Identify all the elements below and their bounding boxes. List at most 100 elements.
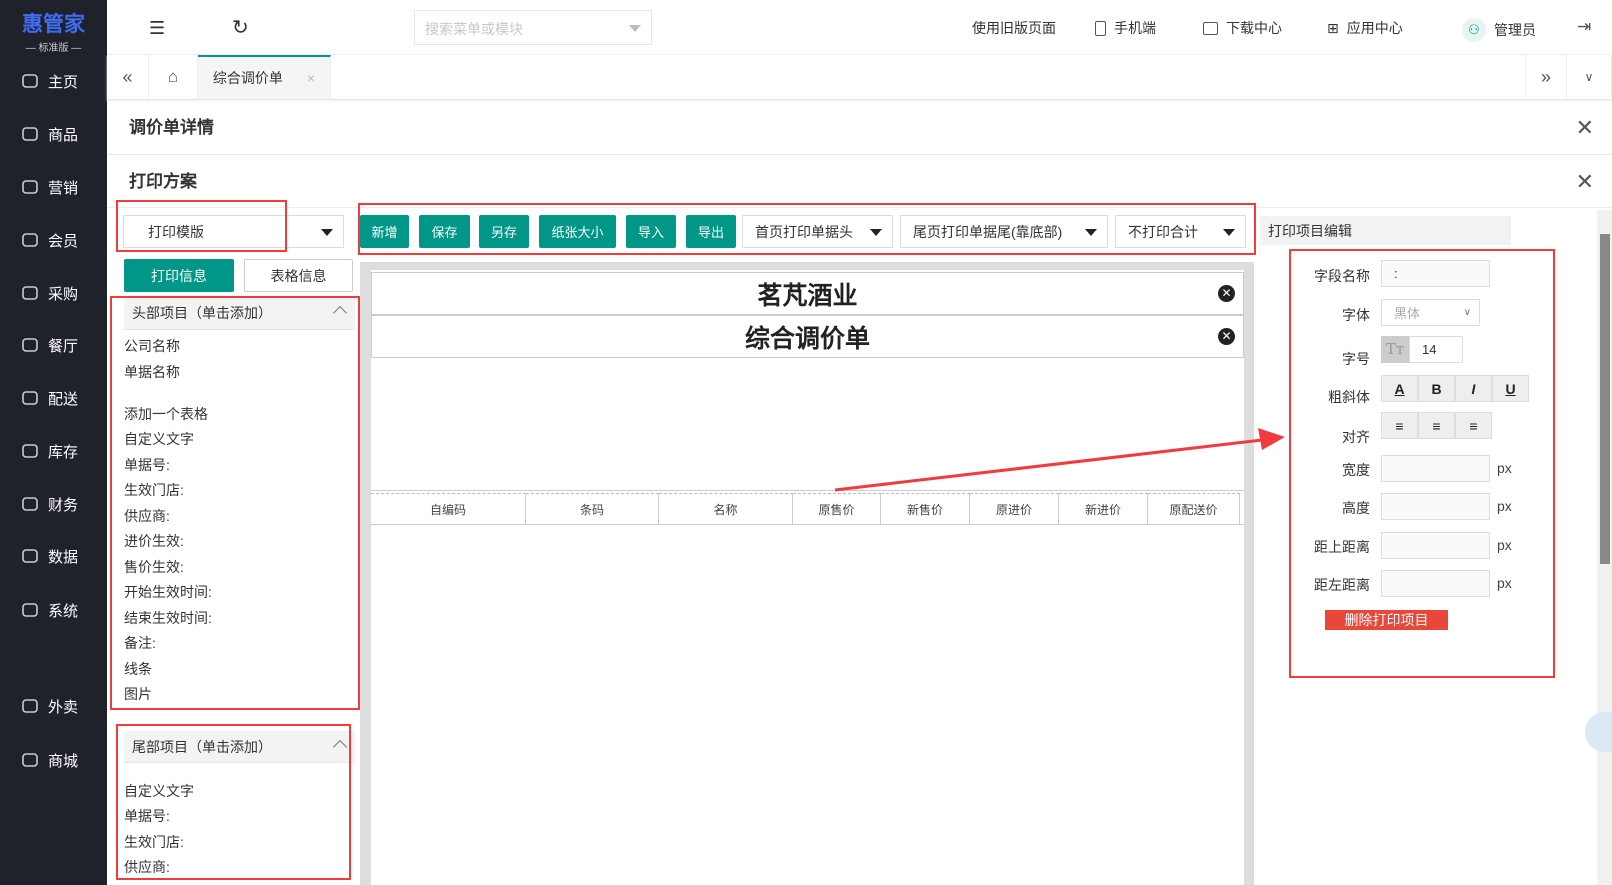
- header-item[interactable]: 图片: [124, 684, 152, 704]
- size-label: 字号: [1342, 351, 1370, 367]
- style-label: 粗斜体: [1328, 389, 1370, 405]
- footer-item[interactable]: 单据号:: [124, 806, 170, 826]
- top-distance-input[interactable]: [1381, 532, 1490, 559]
- sidebar-item-label: 库存: [48, 443, 79, 461]
- header-item[interactable]: 进价生效:: [124, 531, 184, 551]
- header-item[interactable]: 售价生效:: [124, 557, 184, 577]
- refresh-icon[interactable]: ↻: [232, 15, 249, 40]
- header-item[interactable]: 单据号:: [124, 455, 170, 475]
- sidebar-item-label: 会员: [48, 232, 79, 250]
- header-item[interactable]: 供应商:: [124, 506, 170, 526]
- header-item[interactable]: 线条: [124, 659, 152, 679]
- table-column-header[interactable]: 原进价: [970, 493, 1059, 524]
- sidebar-item-marketing[interactable]: 营销: [0, 172, 107, 202]
- underline-button[interactable]: U: [1492, 375, 1529, 402]
- download-link[interactable]: 下载中心: [1203, 18, 1282, 38]
- sidebar-item-finance[interactable]: 财务: [0, 489, 107, 519]
- table-column-header[interactable]: 条码: [526, 493, 659, 524]
- close-detail-icon[interactable]: ✕: [1576, 100, 1594, 155]
- delete-print-item-button[interactable]: 删除打印项目: [1325, 610, 1448, 630]
- sidebar-item-home[interactable]: 主页: [0, 66, 107, 96]
- top-bar: ☰ ↻ 搜索菜单或模块 使用旧版页面 手机端 下载中心 ⊞ 应用中心 ⚇ 管理员 ⇥: [107, 0, 1612, 55]
- header-item[interactable]: 单据名称: [124, 362, 180, 382]
- scrollbar[interactable]: [1597, 210, 1612, 885]
- detail-title: 调价单详情: [129, 118, 214, 137]
- field-name-input[interactable]: :: [1381, 260, 1490, 287]
- footer-item[interactable]: 供应商:: [124, 857, 170, 877]
- bold-button[interactable]: B: [1418, 375, 1455, 402]
- search-input[interactable]: 搜索菜单或模块: [414, 10, 652, 45]
- sidebar-item-delivery[interactable]: 配送: [0, 383, 107, 413]
- mobile-icon: [1095, 20, 1106, 36]
- print-header: 打印方案 ✕: [107, 155, 1612, 208]
- sidebar-item-goods[interactable]: 商品: [0, 119, 107, 149]
- scroll-right-icon[interactable]: »: [1525, 55, 1567, 99]
- floating-assistant-icon[interactable]: [1585, 712, 1612, 752]
- home-icon[interactable]: ⌂: [149, 55, 198, 99]
- header-item[interactable]: 备注:: [124, 633, 156, 653]
- unit-label: px: [1497, 498, 1512, 514]
- table-column-header[interactable]: 自编码: [371, 493, 526, 524]
- table-column-header[interactable]: 新售价: [881, 493, 970, 524]
- align-right-icon[interactable]: ≡: [1455, 412, 1492, 439]
- search-placeholder: 搜索菜单或模块: [425, 21, 523, 37]
- tab-price-adjust[interactable]: 综合调价单 ×: [198, 55, 331, 99]
- sidebar-item-data[interactable]: 数据: [0, 541, 107, 571]
- sidebar-item-label: 商城: [48, 752, 79, 770]
- header-item[interactable]: 开始生效时间:: [124, 582, 212, 602]
- left-distance-label: 距左距离: [1314, 577, 1370, 593]
- mobile-link[interactable]: 手机端: [1095, 18, 1156, 38]
- table-column-header[interactable]: 原配送价: [1148, 493, 1240, 524]
- table-column-header[interactable]: 名称: [659, 493, 793, 524]
- scrollbar-thumb[interactable]: [1600, 234, 1610, 564]
- sidebar-item-label: 配送: [48, 390, 79, 408]
- align-left-icon[interactable]: ≡: [1381, 412, 1418, 439]
- detail-header: 调价单详情 ✕: [107, 100, 1612, 155]
- header-item[interactable]: 公司名称: [124, 336, 180, 356]
- sidebar-item-member[interactable]: 会员: [0, 225, 107, 255]
- old-page-link[interactable]: 使用旧版页面: [972, 18, 1056, 38]
- sidebar-item-purchase[interactable]: 采购: [0, 278, 107, 308]
- italic-button[interactable]: I: [1455, 375, 1492, 402]
- print-info-button[interactable]: 打印信息: [124, 259, 234, 292]
- footer-item[interactable]: 生效门店:: [124, 832, 184, 852]
- logout-icon[interactable]: ⇥: [1577, 17, 1591, 37]
- close-print-icon[interactable]: ✕: [1576, 155, 1594, 208]
- header-item[interactable]: 生效门店:: [124, 480, 184, 500]
- apps-link[interactable]: ⊞ 应用中心: [1327, 18, 1403, 38]
- editor-title: 打印项目编辑: [1268, 223, 1352, 239]
- font-select[interactable]: 黑体 ∨: [1381, 299, 1480, 326]
- width-input[interactable]: [1381, 455, 1490, 482]
- scroll-left-icon[interactable]: «: [107, 55, 149, 99]
- left-distance-input[interactable]: [1381, 570, 1490, 597]
- menu-collapse-icon[interactable]: ☰: [149, 18, 165, 39]
- height-label: 高度: [1342, 500, 1370, 516]
- footer-item[interactable]: 自定义文字: [124, 781, 194, 801]
- download-label: 下载中心: [1226, 20, 1282, 36]
- sidebar-item-stock[interactable]: 库存: [0, 436, 107, 466]
- caret-down-icon: [321, 229, 333, 242]
- height-input[interactable]: [1381, 493, 1490, 520]
- table-column-header[interactable]: 原售价: [793, 493, 881, 524]
- table-column-header[interactable]: 新进价: [1059, 493, 1148, 524]
- header-item[interactable]: 添加一个表格: [124, 404, 208, 424]
- header-item[interactable]: 自定义文字: [124, 429, 194, 449]
- company-title-item[interactable]: 茗芃酒业 ✕: [371, 272, 1244, 315]
- font-color-button[interactable]: A: [1381, 375, 1418, 402]
- font-size-input[interactable]: 14: [1409, 336, 1463, 363]
- user-menu[interactable]: ⚇ 管理员: [1462, 18, 1536, 42]
- remove-item-icon[interactable]: ✕: [1218, 285, 1235, 302]
- sidebar-item-system[interactable]: 系统: [0, 595, 107, 625]
- sidebar-item-takeout[interactable]: 外卖: [0, 691, 107, 721]
- align-center-icon[interactable]: ≡: [1418, 412, 1455, 439]
- sidebar-item-mall[interactable]: 商城: [0, 745, 107, 775]
- editor-header: 打印项目编辑: [1260, 216, 1511, 245]
- doc-title-item[interactable]: 综合调价单 ✕: [371, 315, 1244, 358]
- tab-menu-chevron-icon[interactable]: ∨: [1567, 55, 1612, 99]
- unit-label: px: [1497, 537, 1512, 553]
- remove-item-icon[interactable]: ✕: [1218, 328, 1235, 345]
- header-item[interactable]: 结束生效时间:: [124, 608, 212, 628]
- tab-close-icon[interactable]: ×: [307, 70, 315, 86]
- sidebar-item-restaurant[interactable]: 餐厅: [0, 330, 107, 360]
- table-info-button[interactable]: 表格信息: [244, 259, 353, 292]
